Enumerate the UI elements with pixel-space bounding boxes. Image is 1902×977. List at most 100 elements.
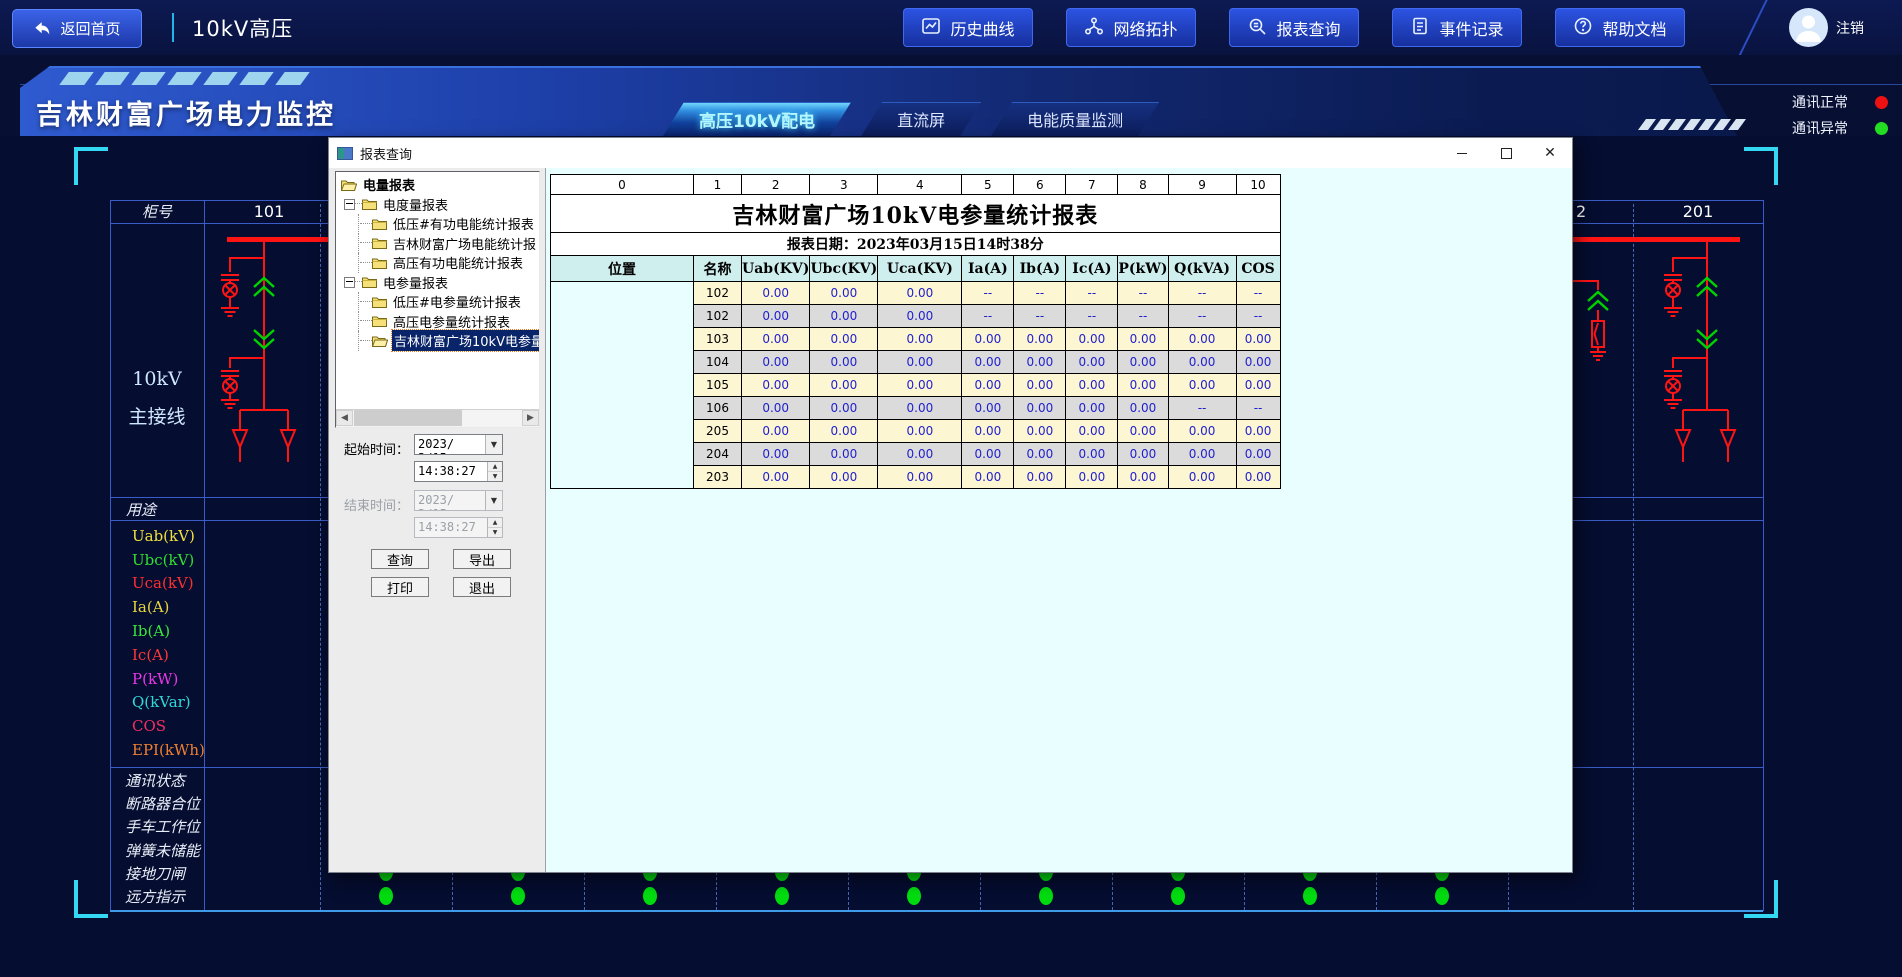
nav-button-报表查询[interactable]: 报表查询 — [1229, 8, 1359, 47]
lamp-symbol — [1666, 379, 1680, 393]
tree-expander-icon[interactable] — [344, 199, 355, 210]
tree-item-低压#有功电能统计报表[interactable]: 低压#有功电能统计报表 — [336, 214, 539, 234]
value-cell: -- — [1236, 282, 1280, 305]
tab-电能质量监测[interactable]: 电能质量监测 — [991, 102, 1159, 136]
scroll-left-arrow-icon[interactable]: ◀ — [336, 410, 353, 426]
value-cell: 0.00 — [1014, 397, 1066, 420]
dropdown-arrow-icon[interactable]: ▼ — [485, 435, 502, 454]
value-cell: 0.00 — [1014, 374, 1066, 397]
minimize-button[interactable] — [1440, 138, 1484, 168]
query-button[interactable]: 查询 — [371, 549, 429, 569]
column-index-cell: 7 — [1066, 175, 1118, 195]
dialog-title-bar[interactable]: 报表查询 ✕ — [329, 138, 1572, 168]
measurement-labels: Uab(kV)Ubc(kV)Uca(kV)Ia(A)Ib(A)Ic(A)P(kW… — [110, 524, 204, 762]
value-cell: 0.00 — [1014, 466, 1066, 489]
folder-icon — [372, 237, 387, 249]
tree-item-高压有功电能统计报表[interactable]: 高压有功电能统计报表 — [336, 253, 539, 273]
folder-icon — [372, 315, 387, 327]
export-button[interactable]: 导出 — [453, 549, 511, 569]
sld-feeder-201 — [1573, 237, 1740, 462]
status-indicator-dot — [643, 887, 657, 905]
end-time-value: 14:38:27 — [415, 518, 487, 537]
nav-button-label: 网络拓扑 — [1113, 16, 1177, 40]
cabinet-name-cell: 103 — [694, 328, 742, 351]
tree-item-label: 低压#有功电能统计报表 — [391, 213, 536, 234]
network-topology-icon — [1084, 16, 1104, 40]
value-cell: 0.00 — [742, 420, 810, 443]
scrollbar-thumb[interactable] — [354, 410, 462, 426]
lamp-symbol — [223, 283, 237, 297]
tree-item-吉林财富广场电能统计报[interactable]: 吉林财富广场电能统计报 — [336, 234, 539, 254]
value-cell: 0.00 — [742, 328, 810, 351]
status-row-label: 远方指示 — [110, 885, 204, 908]
top-nav-buttons: 历史曲线 网络拓扑 报表查询 事件记录帮助文档 — [903, 8, 1685, 47]
tree-connector — [360, 320, 372, 322]
value-cell: -- — [962, 305, 1014, 328]
close-button[interactable]: ✕ — [1528, 138, 1572, 168]
tree-item-低压#电参量统计报表[interactable]: 低压#电参量统计报表 — [336, 292, 539, 312]
back-home-button[interactable]: 返回首页 — [12, 9, 142, 48]
avatar[interactable] — [1789, 8, 1828, 47]
nav-button-帮助文档[interactable]: 帮助文档 — [1555, 8, 1685, 47]
nav-button-事件记录[interactable]: 事件记录 — [1392, 8, 1522, 47]
maximize-button[interactable] — [1484, 138, 1528, 168]
spin-down-icon[interactable]: ▼ — [488, 472, 502, 481]
report-header-cell: 名称 — [694, 256, 742, 282]
tree-item-电度量报表[interactable]: 电度量报表 — [336, 195, 539, 215]
value-cell: 0.00 — [742, 443, 810, 466]
tree-expander-icon[interactable] — [344, 277, 355, 288]
spin-up-icon[interactable]: ▲ — [488, 462, 502, 472]
value-cell: 0.00 — [962, 420, 1014, 443]
value-cell: 0.00 — [962, 374, 1014, 397]
status-indicator-dot — [511, 887, 525, 905]
lamp-symbol — [1666, 283, 1680, 297]
stripe — [95, 72, 129, 85]
report-title: 吉林财富广场10kV电参量统计报表 — [551, 195, 1281, 233]
tree-connector — [355, 203, 362, 205]
start-time-spinner[interactable]: 14:38:27 ▲ ▼ — [414, 461, 503, 482]
value-cell: 0.00 — [1118, 420, 1168, 443]
column-index-cell: 1 — [694, 175, 742, 195]
tree-item-电量报表[interactable]: 电量报表 — [336, 175, 539, 195]
report-date: 报表日期：2023年03月15日14时38分 — [551, 233, 1281, 256]
nav-button-历史曲线[interactable]: 历史曲线 — [903, 8, 1033, 47]
grid-line — [110, 223, 362, 224]
tree-item-吉林财富广场10kV电参量[interactable]: 吉林财富广场10kV电参量 — [336, 331, 539, 351]
value-cell: -- — [1014, 305, 1066, 328]
report-header-cell: Ubc(KV) — [810, 256, 878, 282]
value-cell: 0.00 — [810, 443, 878, 466]
value-cell: 0.00 — [810, 351, 878, 374]
tab-高压10kV配电[interactable]: 高压10kV配电 — [663, 102, 851, 136]
start-date-picker[interactable]: 2023/ 3/15 ▼ — [414, 434, 503, 455]
grid-line — [1573, 767, 1763, 768]
column-divider-dashed — [320, 204, 321, 910]
value-cell: 0.00 — [1118, 443, 1168, 466]
tree-item-电参量报表[interactable]: 电参量报表 — [336, 273, 539, 293]
logout-button[interactable]: 注销 — [1836, 0, 1864, 55]
tree-connector — [360, 301, 372, 303]
measurement-label: Q(kVar) — [110, 691, 204, 715]
value-cell: 0.00 — [1236, 328, 1280, 351]
print-button[interactable]: 打印 — [371, 577, 429, 597]
scrollbar-track[interactable] — [353, 410, 522, 427]
nav-button-label: 报表查询 — [1276, 16, 1340, 40]
value-cell: 0.00 — [810, 374, 878, 397]
value-cell: 0.00 — [810, 420, 878, 443]
stripe — [275, 72, 309, 85]
status-row-label: 通讯状态 — [110, 769, 204, 792]
report-header-cell: Q(kVA) — [1168, 256, 1236, 282]
status-indicator-dot — [1303, 887, 1317, 905]
cabinet-name-cell: 104 — [694, 351, 742, 374]
nav-button-网络拓扑[interactable]: 网络拓扑 — [1066, 8, 1196, 47]
value-cell: -- — [1168, 282, 1236, 305]
value-cell: 0.00 — [878, 466, 962, 489]
exit-button[interactable]: 退出 — [453, 577, 511, 597]
tree-item-高压电参量统计报表[interactable]: 高压电参量统计报表 — [336, 312, 539, 332]
corner-bracket-top-left — [74, 147, 108, 185]
tree-horizontal-scrollbar[interactable]: ◀ ▶ — [336, 409, 539, 427]
spin-up-icon: ▲ — [488, 518, 502, 528]
scroll-right-arrow-icon[interactable]: ▶ — [522, 410, 539, 426]
tab-直流屏[interactable]: 直流屏 — [861, 102, 981, 136]
measurement-label: Ia(A) — [110, 595, 204, 619]
value-cell: 0.00 — [742, 374, 810, 397]
